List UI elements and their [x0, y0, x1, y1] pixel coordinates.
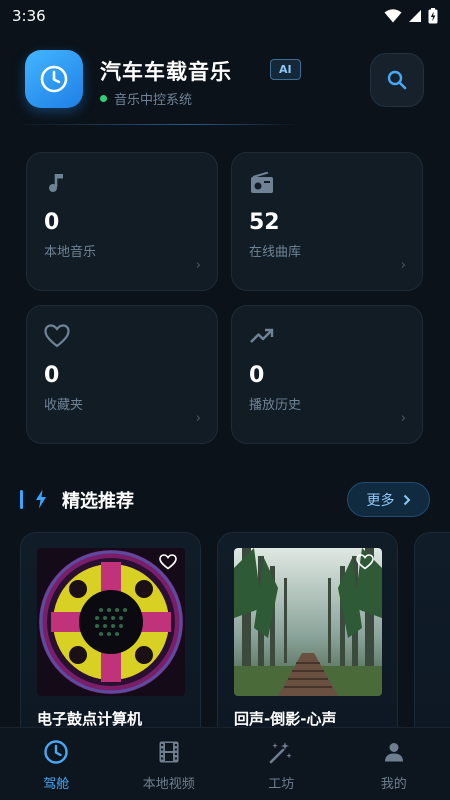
clock-icon — [40, 65, 68, 93]
stat-card-local-music[interactable]: 0 本地音乐 › — [26, 152, 218, 291]
search-icon — [387, 70, 407, 90]
stat-value: 0 — [44, 363, 60, 388]
more-label: 更多 — [366, 492, 395, 509]
tab-label: 工坊 — [268, 777, 295, 792]
recommendation-card[interactable]: 电子鼓点计算机 — [20, 532, 201, 727]
recommendation-list[interactable]: 电子鼓点计算机 回声-倒影-心声 — [0, 532, 450, 727]
tab-mine[interactable]: 我的 — [338, 728, 450, 800]
header-divider — [25, 124, 300, 125]
tab-local-video[interactable]: 本地视频 — [113, 728, 226, 800]
album-art — [37, 548, 185, 696]
stat-label: 播放历史 — [249, 398, 302, 413]
chevron-right-icon: › — [195, 258, 201, 273]
tab-workshop[interactable]: 工坊 — [225, 728, 338, 800]
recommendation-title: 回声-倒影-心声 — [234, 710, 337, 727]
status-icons — [384, 8, 438, 24]
subtitle-text: 音乐中控系统 — [114, 93, 193, 108]
app-title: 汽车车载音乐 — [100, 60, 232, 84]
heart-icon[interactable] — [159, 554, 177, 570]
featured-section-header: 精选推荐 更多 — [20, 482, 430, 518]
stat-label: 在线曲库 — [249, 245, 302, 260]
magic-wand-icon — [269, 739, 293, 765]
music-note-icon — [44, 170, 70, 196]
heart-icon — [44, 323, 70, 349]
search-button[interactable] — [370, 53, 424, 107]
recommendation-title: 电子鼓点计算机 — [37, 710, 143, 727]
wifi-icon — [384, 9, 402, 23]
chevron-right-icon — [403, 494, 410, 505]
album-art — [234, 548, 382, 696]
chevron-right-icon: › — [195, 411, 201, 426]
title-wrap: 汽车车载音乐 AI — [100, 56, 301, 86]
trending-up-icon — [249, 323, 275, 349]
recommendation-card[interactable]: 回声-倒影-心声 — [217, 532, 398, 727]
stat-label: 收藏夹 — [44, 398, 84, 413]
battery-icon — [428, 8, 438, 24]
app-subtitle: 音乐中控系统 — [100, 89, 192, 108]
bottom-tab-bar: 驾舱 本地视频 工坊 我的 — [0, 727, 450, 800]
stat-label: 本地音乐 — [44, 245, 97, 260]
radio-icon — [249, 170, 275, 196]
stat-value: 0 — [44, 210, 60, 235]
app-logo — [25, 50, 83, 108]
film-icon — [159, 739, 179, 765]
recommendation-card-partial[interactable] — [414, 532, 450, 727]
online-status-dot — [100, 95, 107, 102]
stat-card-favorites[interactable]: 0 收藏夹 › — [26, 305, 218, 444]
stat-value: 52 — [249, 210, 280, 235]
stat-card-online-library[interactable]: 52 在线曲库 › — [231, 152, 423, 291]
tab-cockpit[interactable]: 驾舱 — [0, 728, 113, 800]
clock-icon — [43, 739, 69, 765]
section-title: 精选推荐 — [62, 491, 134, 512]
chevron-right-icon: › — [400, 258, 406, 273]
person-icon — [384, 739, 404, 765]
more-button[interactable]: 更多 — [347, 482, 430, 517]
signal-icon — [409, 10, 421, 22]
chevron-right-icon: › — [400, 411, 406, 426]
tab-label: 驾舱 — [43, 777, 70, 792]
section-accent-bar — [20, 490, 23, 509]
tab-label: 我的 — [380, 777, 407, 792]
tab-label: 本地视频 — [142, 777, 195, 792]
status-bar: 3:36 — [0, 0, 450, 32]
heart-icon[interactable] — [356, 554, 374, 570]
ai-badge: AI — [270, 59, 301, 80]
app-header: 汽车车载音乐 AI 音乐中控系统 — [25, 50, 425, 110]
stat-card-play-history[interactable]: 0 播放历史 › — [231, 305, 423, 444]
lightning-icon — [36, 489, 46, 509]
status-time: 3:36 — [12, 7, 46, 25]
stat-value: 0 — [249, 363, 265, 388]
